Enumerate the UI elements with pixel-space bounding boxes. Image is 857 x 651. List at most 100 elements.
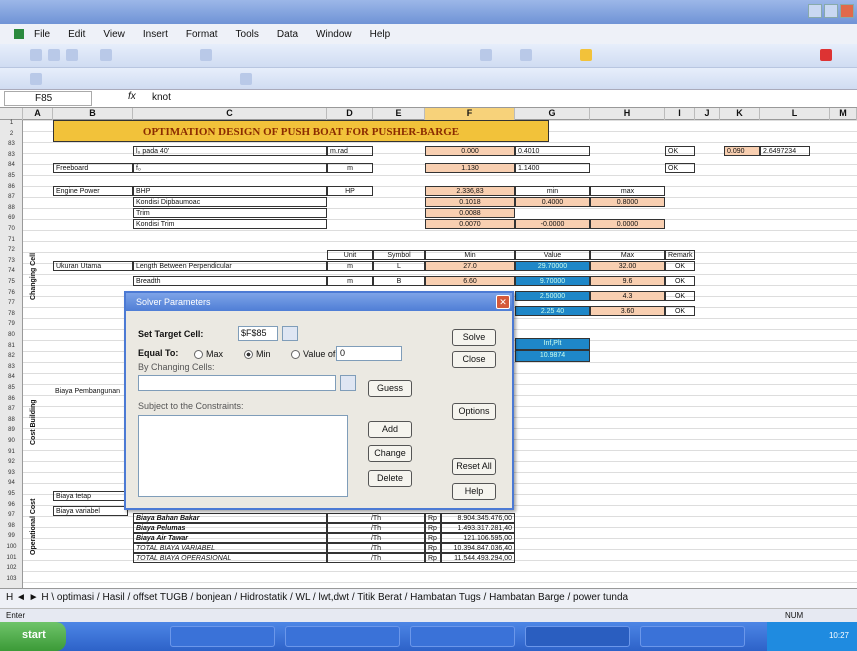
save-icon[interactable]: [66, 49, 78, 61]
row-header[interactable]: 1: [0, 120, 23, 130]
cell[interactable]: m: [327, 276, 373, 286]
cell[interactable]: 9.6: [590, 276, 665, 286]
row-header[interactable]: 88: [0, 205, 23, 215]
row-header[interactable]: 96: [0, 502, 23, 512]
align-icon[interactable]: [520, 49, 532, 61]
cell[interactable]: max: [590, 186, 665, 196]
cell[interactable]: 121.106.595,00: [441, 533, 515, 543]
column-header[interactable]: A: [23, 108, 53, 120]
cell[interactable]: 2.50000: [515, 291, 590, 301]
cell[interactable]: /Th: [327, 553, 425, 563]
cell[interactable]: m: [327, 261, 373, 271]
column-header[interactable]: K: [720, 108, 760, 120]
column-header[interactable]: M: [830, 108, 857, 120]
collapse-dialog-icon[interactable]: [282, 326, 298, 341]
taskbar-item[interactable]: [410, 626, 515, 647]
cell[interactable]: 3.60: [590, 306, 665, 316]
row-header[interactable]: 75: [0, 279, 23, 289]
taskbar-item-active[interactable]: [525, 626, 630, 647]
cell[interactable]: Rp: [425, 543, 441, 553]
cell[interactable]: /Th: [327, 533, 425, 543]
row-header[interactable]: 85: [0, 173, 23, 183]
cell[interactable]: /Th: [327, 543, 425, 553]
cell[interactable]: Biaya Bahan Bakar: [133, 513, 327, 523]
menu-view[interactable]: View: [103, 29, 125, 40]
cell[interactable]: OK: [665, 291, 695, 301]
row-header[interactable]: 77: [0, 300, 23, 310]
row-header[interactable]: 95: [0, 491, 23, 501]
menu-edit[interactable]: Edit: [68, 29, 85, 40]
column-header[interactable]: J: [695, 108, 720, 120]
cell[interactable]: TOTAL BIAYA OPERASIONAL: [133, 553, 327, 563]
cell[interactable]: 0.0000: [590, 219, 665, 229]
column-header[interactable]: D: [327, 108, 373, 120]
print-icon[interactable]: [100, 49, 112, 61]
cell[interactable]: Rp: [425, 523, 441, 533]
column-header[interactable]: E: [373, 108, 425, 120]
cell[interactable]: 0.8000: [590, 197, 665, 207]
minimize-button[interactable]: [808, 4, 822, 18]
table-header[interactable]: Value: [515, 250, 590, 260]
cell[interactable]: /Th: [327, 513, 425, 523]
menu-insert[interactable]: Insert: [143, 29, 168, 40]
table-header[interactable]: Remark: [665, 250, 695, 260]
bold-icon[interactable]: [480, 49, 492, 61]
row-header[interactable]: 2: [0, 131, 23, 141]
row-header[interactable]: 102: [0, 565, 23, 575]
cell[interactable]: Length Between Perpendicular: [133, 261, 327, 271]
cell[interactable]: 32.00: [590, 261, 665, 271]
cell[interactable]: OK: [665, 146, 695, 156]
close-button[interactable]: [840, 4, 854, 18]
row-header[interactable]: 83: [0, 141, 23, 151]
cell[interactable]: Inf,Plt: [515, 338, 590, 350]
row-header[interactable]: 90: [0, 438, 23, 448]
sheet-tabs[interactable]: H ◄ ► H \ optimasi / Hasil / offset TUGB…: [0, 588, 857, 608]
cell[interactable]: Ukuran Utama: [53, 261, 133, 271]
menu-window[interactable]: Window: [316, 29, 352, 40]
cell[interactable]: Biaya variabel: [53, 506, 128, 516]
formula-input[interactable]: knot: [152, 92, 171, 103]
row-header[interactable]: 82: [0, 353, 23, 363]
cell[interactable]: TOTAL BIAYA VARIABEL: [133, 543, 327, 553]
column-header[interactable]: C: [133, 108, 327, 120]
cell[interactable]: 2.25 40: [515, 306, 590, 316]
row-header[interactable]: 87: [0, 406, 23, 416]
cell[interactable]: 2.6497234: [760, 146, 810, 156]
sheet-banner[interactable]: OPTIMATION DESIGN OF PUSH BOAT FOR PUSHE…: [53, 120, 549, 142]
change-button[interactable]: Change: [368, 445, 412, 462]
app-icon[interactable]: [14, 29, 24, 39]
toolbar-icon[interactable]: [240, 73, 252, 85]
cell[interactable]: Biaya Pembangunan: [53, 387, 128, 397]
cell[interactable]: 0.0070: [425, 219, 515, 229]
menu-data[interactable]: Data: [277, 29, 298, 40]
cell[interactable]: Rp: [425, 513, 441, 523]
cell[interactable]: m.rad: [327, 146, 373, 156]
options-button[interactable]: Options: [452, 403, 496, 420]
row-header[interactable]: 99: [0, 533, 23, 543]
cell[interactable]: OK: [665, 163, 695, 173]
undo-icon[interactable]: [200, 49, 212, 61]
cell[interactable]: 29.70000: [515, 261, 590, 271]
row-header[interactable]: 84: [0, 162, 23, 172]
cell[interactable]: Engine Power: [53, 186, 133, 196]
cell[interactable]: 6.60: [425, 276, 515, 286]
cell[interactable]: OK: [665, 306, 695, 316]
row-header[interactable]: 94: [0, 480, 23, 490]
min-radio[interactable]: [244, 350, 253, 359]
cell[interactable]: 1.130: [425, 163, 515, 173]
row-header[interactable]: 80: [0, 332, 23, 342]
taskbar-item[interactable]: [285, 626, 400, 647]
cell[interactable]: OK: [665, 261, 695, 271]
highlight-icon[interactable]: [580, 49, 592, 61]
row-header[interactable]: 89: [0, 427, 23, 437]
cell[interactable]: min: [515, 186, 590, 196]
row-header[interactable]: 86: [0, 184, 23, 194]
help-button[interactable]: Help: [452, 483, 496, 500]
row-header[interactable]: 103: [0, 576, 23, 586]
target-cell-input[interactable]: $F$85: [238, 326, 278, 341]
solve-button[interactable]: Solve: [452, 329, 496, 346]
row-header[interactable]: 79: [0, 321, 23, 331]
cell[interactable]: Kondisi Trim: [133, 219, 327, 229]
row-header[interactable]: 87: [0, 194, 23, 204]
cell[interactable]: /Th: [327, 523, 425, 533]
